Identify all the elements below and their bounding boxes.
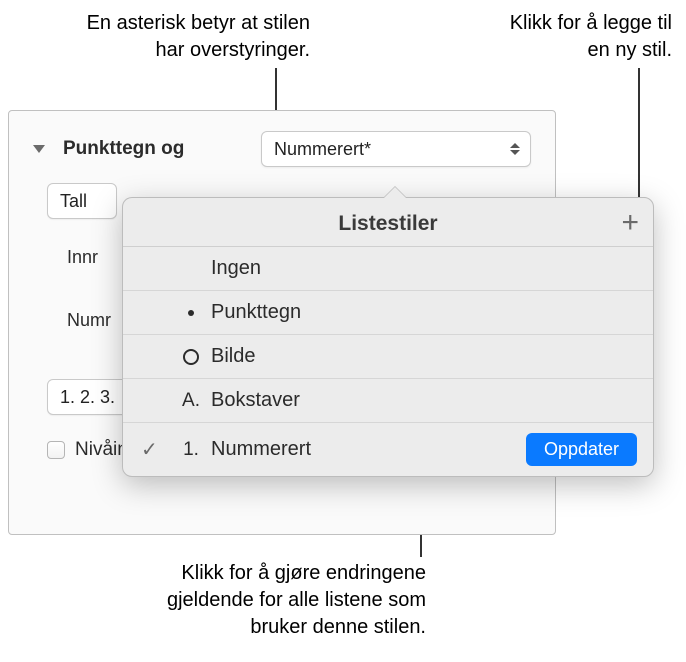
style-item-image[interactable]: Bilde (123, 335, 653, 379)
disclosure-triangle-icon[interactable] (33, 145, 45, 153)
number-format-value: Tall (60, 191, 87, 212)
add-style-button[interactable]: + (621, 208, 639, 238)
list-style-select-value: Nummerert* (274, 139, 371, 160)
list-style-select[interactable]: Nummerert* (261, 131, 531, 167)
list-styles-popover: Listestiler + Ingen Punkttegn Bilde A. B… (122, 197, 654, 477)
callout-line-add (638, 68, 640, 208)
chevron-updown-icon (510, 143, 520, 155)
style-item-bullet[interactable]: Punkttegn (123, 291, 653, 335)
circle-icon (177, 349, 205, 365)
checkmark-icon: ✓ (141, 437, 158, 462)
section-header: Punkttegn og Nummerert* (9, 111, 555, 179)
callout-asterisk: En asterisk betyr at stilenhar overstyri… (20, 10, 310, 64)
style-item-none[interactable]: Ingen (123, 247, 653, 291)
letter-marker-icon: A. (177, 390, 205, 412)
tiered-checkbox[interactable] (47, 441, 65, 459)
popover-title: Listestiler (338, 212, 437, 236)
style-item-label: Ingen (177, 257, 261, 280)
number-format-select[interactable]: Tall (47, 183, 117, 219)
number-marker-icon: 1. (177, 439, 205, 461)
popover-header: Listestiler + (123, 198, 653, 247)
section-title: Punkttegn og (63, 138, 184, 160)
sequence-value: 1. 2. 3. (60, 387, 115, 408)
style-item-numbered[interactable]: ✓ 1. Nummerert Oppdater (123, 423, 653, 476)
bullet-icon (177, 310, 205, 316)
callout-update: Klikk for å gjøre endringenegjeldende fo… (106, 560, 426, 641)
update-button[interactable]: Oppdater (526, 433, 637, 466)
callout-add: Klikk for å legge tilen ny stil. (340, 10, 672, 64)
style-list: Ingen Punkttegn Bilde A. Bokstaver ✓ 1. … (123, 247, 653, 476)
style-item-letters[interactable]: A. Bokstaver (123, 379, 653, 423)
